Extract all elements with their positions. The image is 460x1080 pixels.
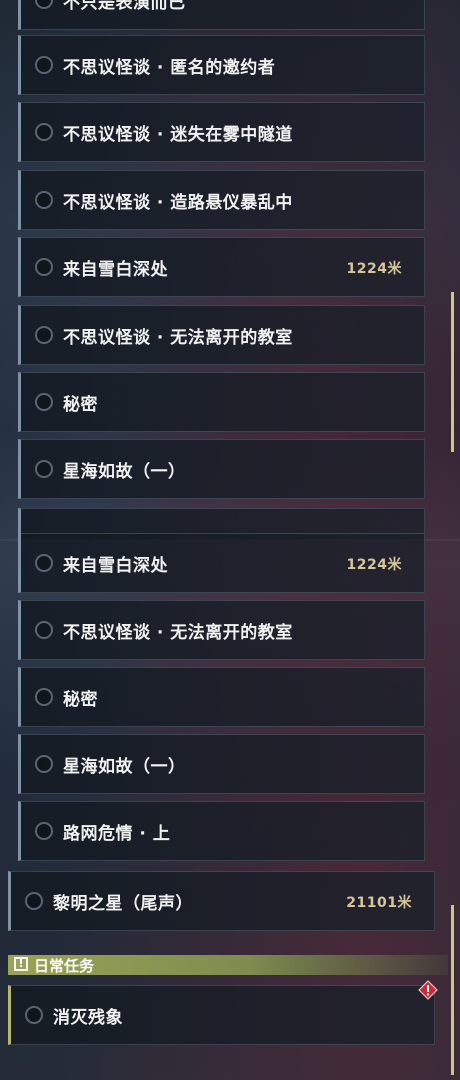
quest-item[interactable]: 不思议怪谈 · 匿名的邀约者: [18, 35, 425, 95]
quest-item-label: 不思议怪谈 · 无法离开的教室: [63, 328, 293, 348]
quest-item-label: 不思议怪谈 · 无法离开的教室: [63, 623, 293, 643]
quest-list-top[interactable]: 不只是表演而已 不思议怪谈 · 匿名的邀约者 不思议怪谈 · 迷失在雾中隧道 不…: [0, 0, 460, 540]
quest-item[interactable]: 不思议怪谈 · 无法离开的教室: [18, 600, 425, 660]
quest-distance: 1224米: [346, 557, 402, 573]
quest-item[interactable]: 来自雪白深处 1224米: [18, 237, 425, 297]
quest-item-label: 路网危情 · 上: [63, 824, 171, 844]
quest-track-radio[interactable]: [25, 892, 43, 910]
quest-track-radio[interactable]: [35, 56, 53, 74]
quest-track-radio[interactable]: [35, 554, 53, 572]
quest-item-label: 秘密: [63, 690, 98, 710]
scrollbar-thumb[interactable]: [451, 905, 454, 1075]
quest-item[interactable]: 秘密: [18, 667, 425, 727]
quest-item[interactable]: 星海如故（一）: [18, 439, 425, 499]
quest-track-radio[interactable]: [35, 0, 53, 9]
quest-track-radio[interactable]: [35, 326, 53, 344]
scrollbar-thumb[interactable]: [451, 292, 454, 452]
quest-track-radio[interactable]: [35, 688, 53, 706]
quest-distance: 21101米: [346, 895, 412, 911]
quest-item[interactable]: 秘密: [18, 372, 425, 432]
quest-item-label: 黎明之星（尾声）: [53, 894, 193, 914]
section-title: 日常任务: [34, 957, 95, 975]
quest-item-label: 不只是表演而已: [63, 0, 186, 13]
quest-item-label: 不思议怪谈 · 造路悬仪暴乱中: [63, 193, 293, 213]
quest-track-radio[interactable]: [35, 755, 53, 773]
quest-item-label: 消灭残象: [53, 1008, 123, 1028]
quest-distance: 1224米: [346, 261, 402, 277]
daily-quest-item[interactable]: 消灭残象: [8, 985, 435, 1045]
quest-track-radio[interactable]: [35, 191, 53, 209]
quest-item-active[interactable]: 黎明之星（尾声） 21101米: [8, 871, 435, 931]
daily-quests-header[interactable]: ! 日常任务: [8, 955, 448, 975]
quest-item[interactable]: 来自雪白深处 1224米: [18, 533, 425, 593]
quest-item-label: 来自雪白深处: [63, 556, 168, 576]
quest-item-label: 星海如故（一）: [63, 757, 186, 777]
quest-track-radio[interactable]: [35, 258, 53, 276]
quest-track-radio[interactable]: [25, 1006, 43, 1024]
quest-item[interactable]: 不思议怪谈 · 迷失在雾中隧道: [18, 102, 425, 162]
quest-item-label: 星海如故（一）: [63, 462, 186, 482]
quest-item[interactable]: 不思议怪谈 · 造路悬仪暴乱中: [18, 170, 425, 230]
quest-track-radio[interactable]: [35, 621, 53, 639]
quest-item[interactable]: 不只是表演而已: [18, 0, 425, 30]
quest-item[interactable]: 路网危情 · 上: [18, 801, 425, 861]
quest-track-radio[interactable]: [35, 460, 53, 478]
quest-item[interactable]: 星海如故（一）: [18, 734, 425, 794]
quest-track-radio[interactable]: [35, 123, 53, 141]
quest-item-label: 秘密: [63, 395, 98, 415]
quest-item-label: 来自雪白深处: [63, 260, 168, 280]
quest-track-radio[interactable]: [35, 393, 53, 411]
quest-item[interactable]: 不思议怪谈 · 无法离开的教室: [18, 305, 425, 365]
quest-item-label: 不思议怪谈 · 匿名的邀约者: [63, 58, 276, 78]
red-diamond-alert-icon: [418, 980, 438, 1000]
quest-item-label: 不思议怪谈 · 迷失在雾中隧道: [63, 125, 293, 145]
quest-track-radio[interactable]: [35, 822, 53, 840]
exclamation-box-icon: !: [14, 957, 28, 971]
